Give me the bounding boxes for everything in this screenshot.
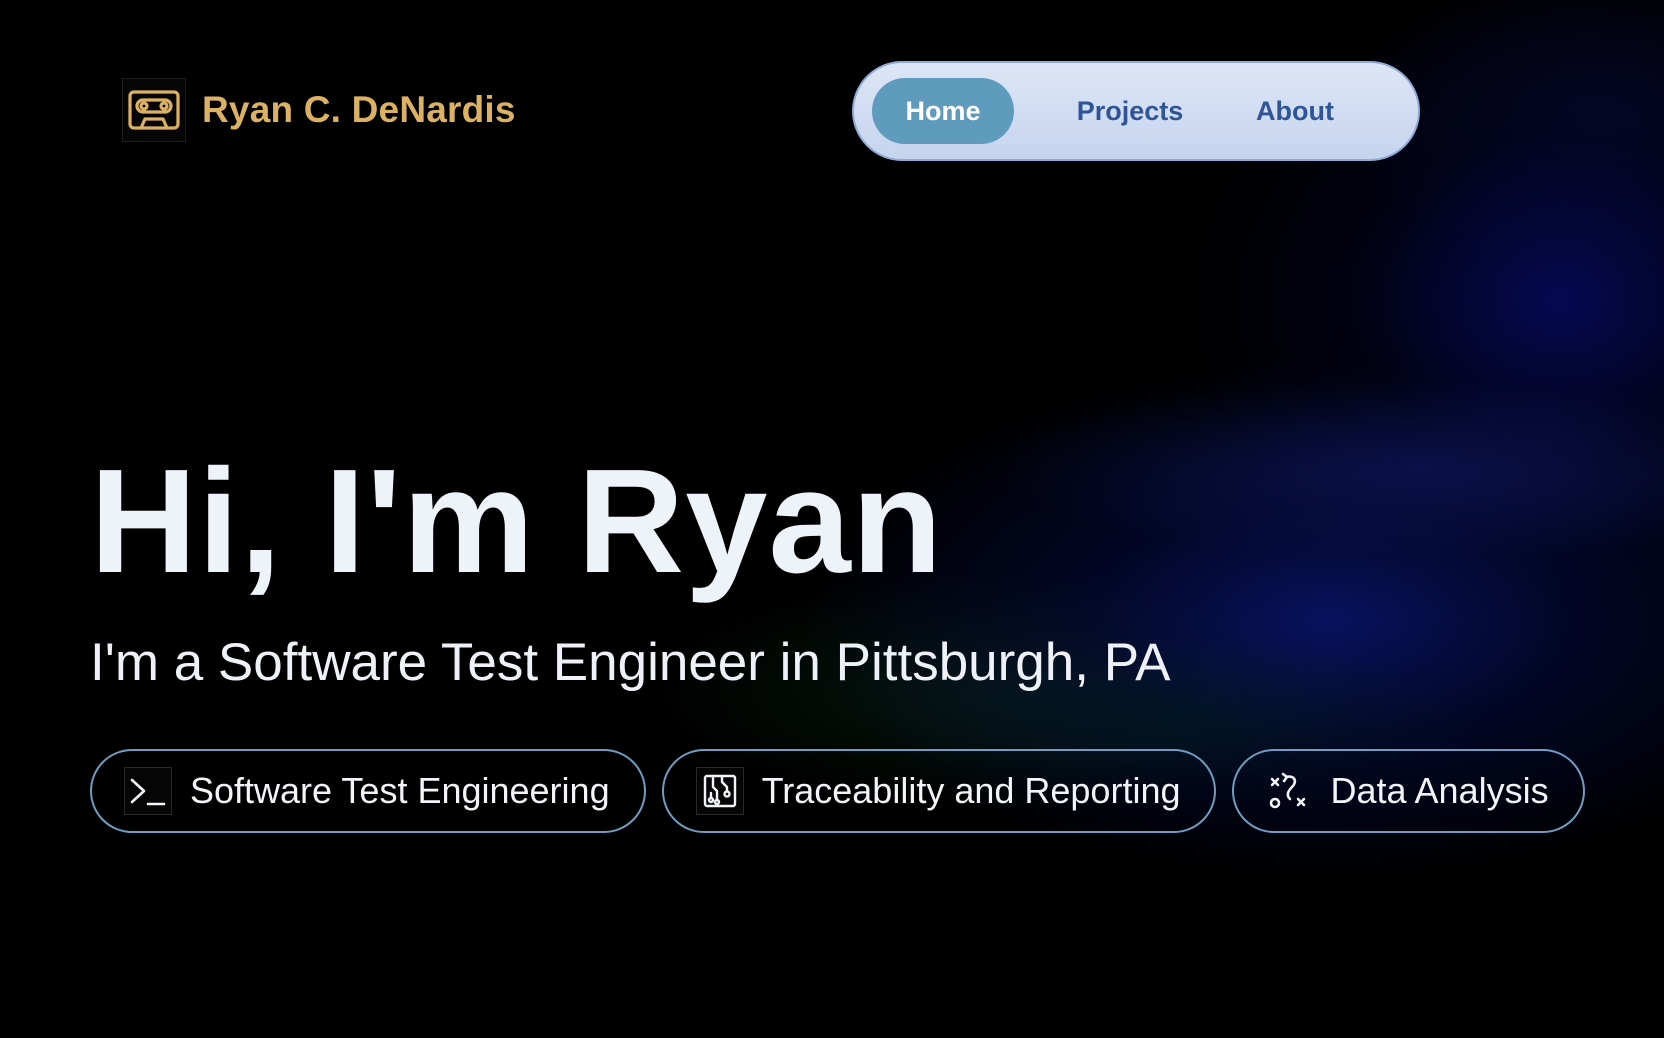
skill-label: Software Test Engineering	[190, 770, 610, 811]
brand-name: Ryan C. DeNardis	[202, 89, 516, 130]
nav-projects[interactable]: Projects	[1050, 78, 1210, 144]
nav-home[interactable]: Home	[872, 78, 1014, 144]
terminal-icon	[124, 767, 172, 815]
strategy-path-icon	[1266, 768, 1312, 814]
skill-label: Data Analysis	[1330, 770, 1549, 811]
skill-chip-software-test-engineering[interactable]: Software Test Engineering	[90, 749, 646, 833]
circuit-board-icon	[695, 767, 744, 815]
page: Ryan C. DeNardis Home Projects About Hi,…	[0, 0, 1664, 1038]
hero-title: Hi, I'm Ryan	[90, 439, 944, 604]
cassette-tape-icon	[122, 78, 186, 142]
hero-subtitle: I'm a Software Test Engineer in Pittsbur…	[90, 633, 1171, 692]
skills-list: Software Test Engineering Traceability a…	[90, 749, 1585, 833]
skill-chip-data-analysis[interactable]: Data Analysis	[1232, 749, 1585, 833]
nav-about[interactable]: About	[1240, 78, 1350, 144]
skill-chip-traceability-reporting[interactable]: Traceability and Reporting	[661, 749, 1217, 833]
skill-label: Traceability and Reporting	[761, 770, 1181, 811]
brand-home-link[interactable]: Ryan C. DeNardis	[122, 78, 516, 142]
main-nav: Home Projects About	[852, 61, 1420, 161]
